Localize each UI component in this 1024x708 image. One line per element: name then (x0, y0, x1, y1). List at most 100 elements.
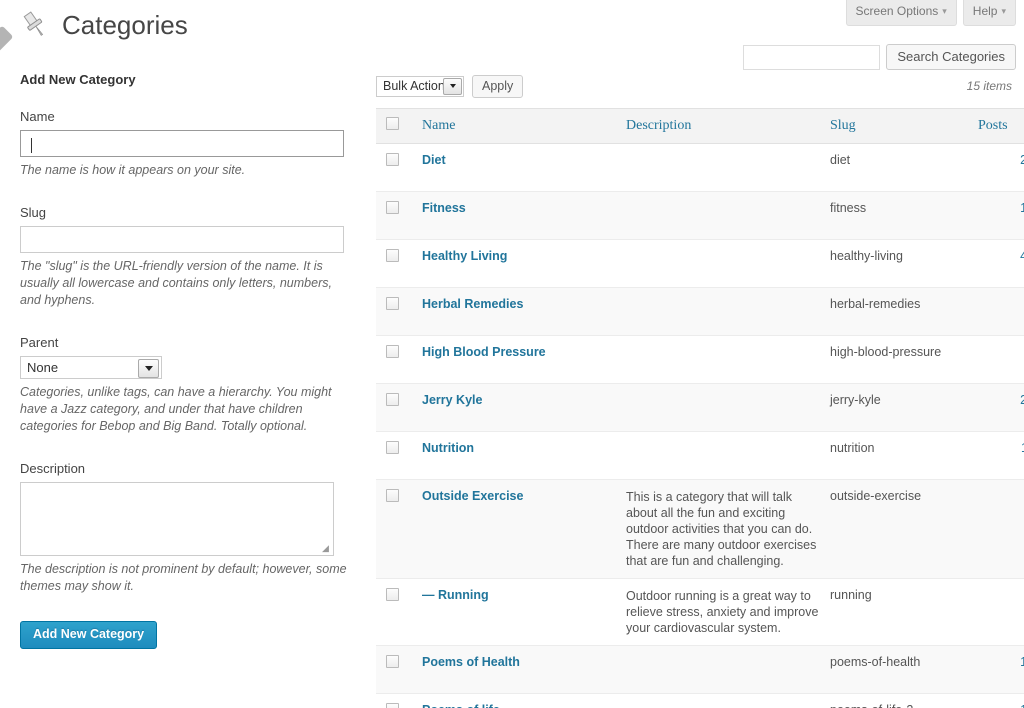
category-post-count-link[interactable]: 46 (1020, 249, 1024, 263)
category-name-link[interactable]: Poems of life (422, 703, 500, 708)
category-posts-cell: 18 (978, 645, 1024, 694)
row-select-cell[interactable] (376, 383, 422, 432)
row-checkbox[interactable] (386, 703, 399, 708)
table-row: Diet diet 27 (376, 143, 1024, 192)
category-posts-cell: 22 (978, 383, 1024, 432)
screen-options-label: Screen Options (855, 4, 939, 18)
table-row: Jerry Kyle jerry-kyle 22 (376, 383, 1024, 432)
table-nav-top: Bulk Actions Apply 15 items (376, 72, 1012, 100)
screen-options-button[interactable]: Screen Options ▾ (845, 0, 957, 26)
column-header-description[interactable]: Description (626, 108, 830, 144)
row-select-cell[interactable] (376, 287, 422, 336)
table-row: — Running Outdoor running is a great way … (376, 578, 1024, 646)
description-field-group: Description ◢ The description is not pro… (20, 461, 350, 595)
page-header: Categories (18, 8, 188, 42)
category-post-count-link[interactable]: 18 (1020, 655, 1024, 669)
search-input[interactable] (743, 44, 881, 70)
row-checkbox[interactable] (386, 345, 399, 358)
category-post-count-link[interactable]: 12 (1020, 703, 1024, 708)
row-checkbox[interactable] (386, 249, 399, 262)
help-label: Help (972, 4, 998, 18)
add-new-category-button[interactable]: Add New Category (20, 621, 158, 649)
row-checkbox[interactable] (386, 655, 399, 668)
category-name-link[interactable]: Poems of Health (422, 655, 520, 669)
category-post-count-link[interactable]: 27 (1020, 153, 1024, 167)
screen-meta-bar: Screen Options ▾ Help ▾ (845, 0, 1016, 26)
help-button[interactable]: Help ▾ (962, 0, 1016, 26)
category-posts-cell: 46 (978, 239, 1024, 288)
category-name-link[interactable]: Diet (422, 153, 446, 167)
select-all-checkbox[interactable] (386, 117, 399, 130)
column-header-slug[interactable]: Slug (830, 108, 978, 144)
category-name-link[interactable]: Jerry Kyle (422, 393, 482, 407)
row-select-cell[interactable] (376, 335, 422, 384)
category-post-count-link[interactable]: 22 (1020, 393, 1024, 407)
category-name-link[interactable]: Nutrition (422, 441, 474, 455)
row-select-cell[interactable] (376, 479, 422, 579)
category-name-link[interactable]: Healthy Living (422, 249, 507, 263)
parent-field-group: Parent None Categories, unlike tags, can… (20, 335, 350, 435)
row-checkbox[interactable] (386, 153, 399, 166)
category-description-cell (626, 693, 830, 708)
table-row: Nutrition nutrition 11 (376, 431, 1024, 480)
parent-label: Parent (20, 335, 59, 350)
row-select-cell[interactable] (376, 693, 422, 708)
row-select-cell[interactable] (376, 191, 422, 240)
row-checkbox[interactable] (386, 588, 399, 601)
description-textarea[interactable]: ◢ (20, 482, 334, 556)
category-name-link[interactable]: High Blood Pressure (422, 345, 546, 359)
category-description-text: This is a category that will talk about … (626, 490, 817, 568)
category-description-cell (626, 143, 830, 192)
column-header-posts[interactable]: Posts (978, 108, 1024, 144)
category-name-link[interactable]: Herbal Remedies (422, 297, 523, 311)
row-select-cell[interactable] (376, 645, 422, 694)
category-slug-cell: nutrition (830, 431, 978, 480)
bulk-actions-select[interactable]: Bulk Actions (376, 75, 464, 97)
row-checkbox[interactable] (386, 201, 399, 214)
row-checkbox[interactable] (386, 393, 399, 406)
pushpin-icon (18, 8, 52, 42)
select-all-header[interactable] (376, 108, 422, 144)
table-row: Herbal Remedies herbal-remedies 1 (376, 287, 1024, 336)
category-name-link[interactable]: Outside Exercise (422, 489, 523, 503)
category-slug-text: nutrition (830, 441, 875, 455)
parent-selected-value: None (27, 360, 59, 375)
name-label: Name (20, 109, 55, 124)
slug-input[interactable] (20, 226, 344, 253)
row-checkbox[interactable] (386, 489, 399, 502)
table-row: High Blood Pressure high-blood-pressure 3 (376, 335, 1024, 384)
category-slug-text: poems-of-health (830, 655, 921, 669)
row-select-cell[interactable] (376, 239, 422, 288)
category-slug-text: diet (830, 153, 851, 167)
category-posts-cell: 11 (978, 431, 1024, 480)
category-name-cell: Herbal Remedies (422, 287, 626, 336)
column-header-name[interactable]: Name (422, 108, 626, 144)
table-row: Healthy Living healthy-living 46 (376, 239, 1024, 288)
category-description-cell (626, 191, 830, 240)
category-name-cell: Diet (422, 143, 626, 192)
table-row: Outside Exercise This is a category that … (376, 479, 1024, 579)
row-select-cell[interactable] (376, 143, 422, 192)
apply-button[interactable]: Apply (472, 74, 524, 98)
category-slug-cell: diet (830, 143, 978, 192)
search-categories-button[interactable]: Search Categories (886, 44, 1016, 70)
row-select-cell[interactable] (376, 431, 422, 480)
description-hint: The description is not prominent by defa… (20, 562, 347, 593)
category-slug-text: high-blood-pressure (830, 345, 942, 359)
row-checkbox[interactable] (386, 441, 399, 454)
description-label: Description (20, 461, 86, 476)
category-posts-cell: 1 (978, 287, 1024, 336)
parent-select[interactable]: None (20, 356, 162, 379)
category-name-link[interactable]: — Running (422, 588, 489, 602)
slug-hint: The "slug" is the URL-friendly version o… (20, 259, 332, 307)
category-post-count-link[interactable]: 12 (1020, 201, 1024, 215)
resize-grip-icon[interactable]: ◢ (322, 544, 331, 553)
category-name-link[interactable]: Fitness (422, 201, 466, 215)
row-select-cell[interactable] (376, 578, 422, 646)
row-checkbox[interactable] (386, 297, 399, 310)
category-description-cell (626, 431, 830, 480)
name-input[interactable] (20, 130, 344, 157)
category-description-cell: Outdoor running is a great way to reliev… (626, 578, 830, 646)
categories-table-body: Diet diet 27 Fitness fitness 12 Healthy Living… (376, 143, 1024, 708)
items-count: 15 items (966, 79, 1012, 93)
